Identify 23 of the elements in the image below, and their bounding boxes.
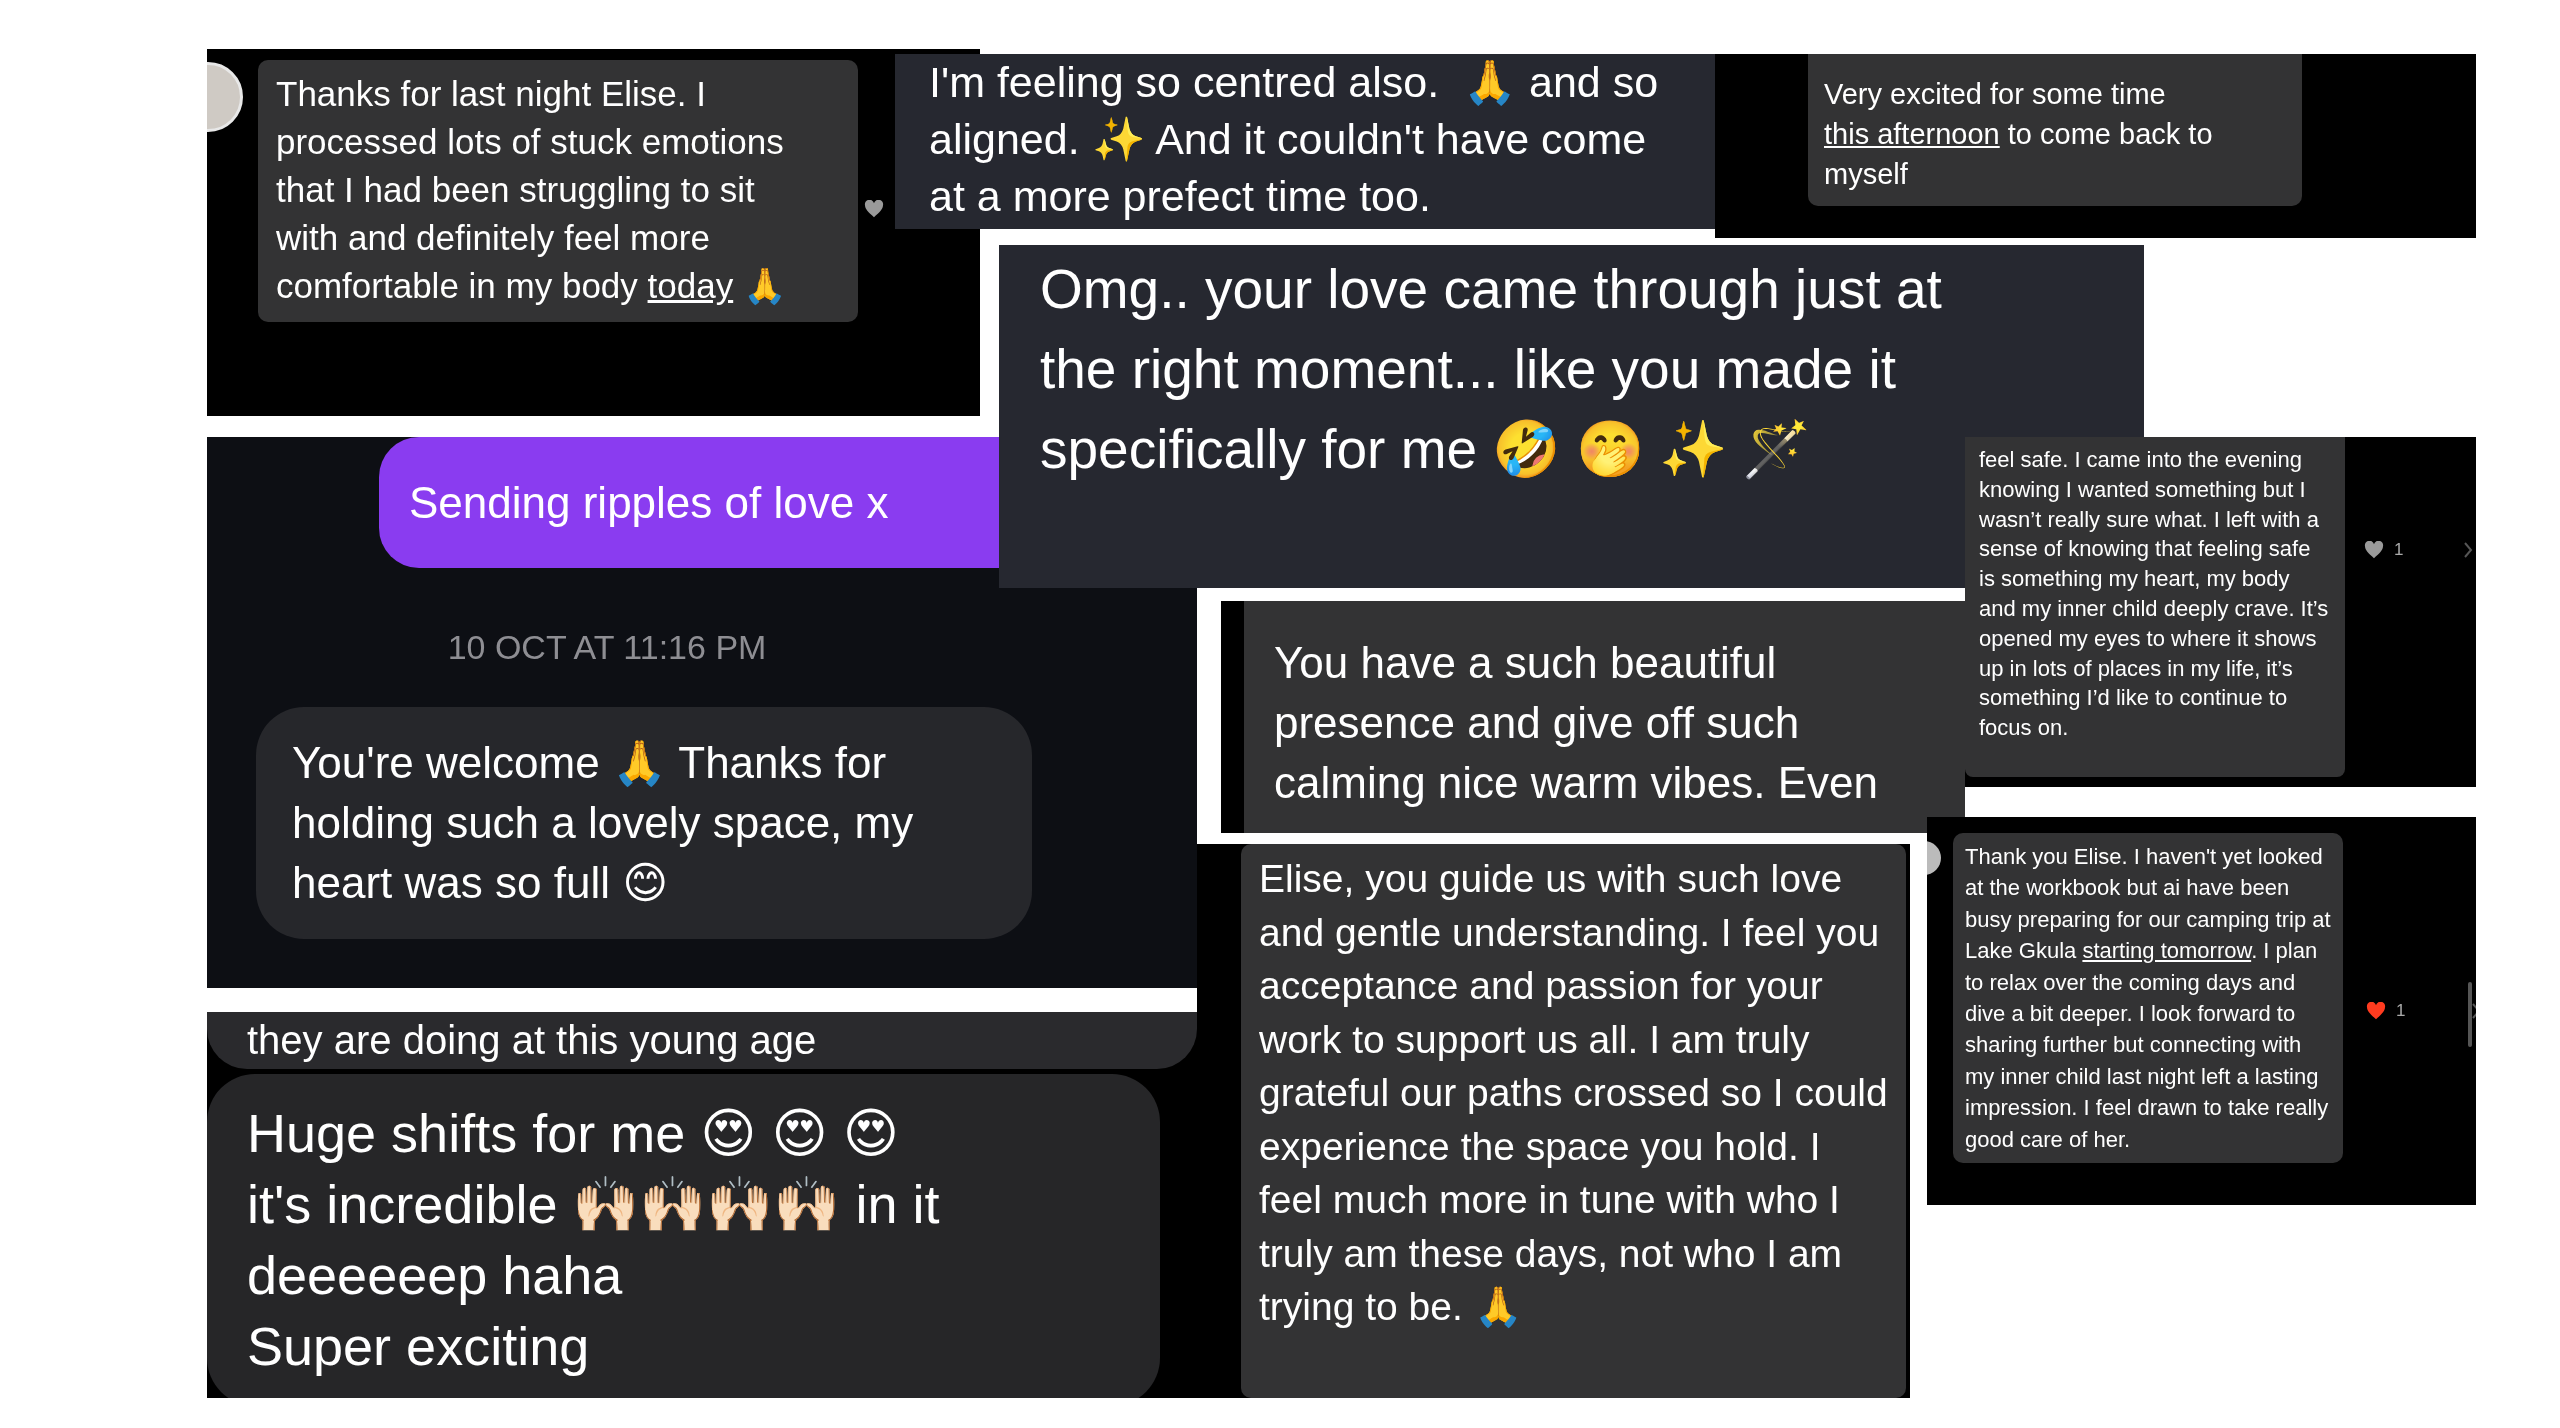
scrollbar[interactable] (2468, 982, 2472, 1047)
heart-icon[interactable] (864, 200, 884, 218)
message-link[interactable]: this afternoon (1824, 118, 2000, 150)
message-text: Sending ripples of love x (409, 477, 889, 528)
message-text: feel safe. I came into the evening knowing I wanted something but I wasn’t really sure what. I left with a sense of knowing that feeling safe is something my heart, my body and my inner child deeply crave. It’s opened my eyes to where it shows up in lots of places in my life, it’s something I’d like to continue to focus on. (1979, 446, 2330, 743)
chevron-icon[interactable] (2463, 541, 2474, 559)
message-text: You have a such beautiful presence and give off such calming nice warm vibes. Even (1274, 637, 1879, 809)
message-text: Thank you Elise. I haven't yet looked at the workbook but ai have been busy preparing for our camping trip at Lake Gkula starting tomorrow. I plan to relax over the coming days and dive a bit deeper. I look forward to sharing further but connecting with my inner child last night left a lasting impression. I feel drawn to take really good care of her. (1965, 843, 2331, 1154)
message-text: they are doing at this young age (247, 1018, 818, 1062)
message-text: You're welcome 🙏 Thanks for holding such a lovely space, my heart was so full 😊 (292, 737, 915, 909)
message-text: Elise, you guide us with such love and gentle understanding. I feel you acceptance and passion for your work to support us all. I am truly grateful our paths crossed so I could experience the space you hold. I feel much more in tune with who I truly am these days, not who I am trying to be. 🙏 (1259, 856, 1888, 1330)
heart-icon[interactable] (2364, 541, 2384, 559)
like-count: 1 (2396, 1001, 2406, 1021)
message-text: Huge shifts for me 😍 😍 😍 it's incredible 🙌🏻🙌🏻🙌🏻🙌🏻 in it deeeeeep haha Super exciting (247, 1102, 941, 1378)
message-text: Omg.. your love came through just at the right moment... like you made it specifically for me 🤣 🤭 ✨ 🪄 (1040, 257, 1942, 482)
message-link[interactable]: starting tomorrow (2082, 938, 2252, 964)
message-timestamp: 10 OCT AT 11:16 PM (446, 628, 768, 667)
message-text: I'm feeling so centred also. 🙏 and so aligned. ✨ And it couldn't have come at a more prefect time too. (929, 57, 1660, 222)
message-text: Very excited for some time this afternoon to come back to myself (1824, 77, 2214, 192)
heart-icon[interactable] (2366, 1002, 2386, 1020)
message-link[interactable]: today (647, 266, 734, 305)
message-text: Thanks for last night Elise. I processed lots of stuck emotions that I had been struggling to sit with and definitely feel more comfortable in my body today 🙏 (276, 73, 788, 307)
like-count: 1 (2394, 540, 2404, 560)
